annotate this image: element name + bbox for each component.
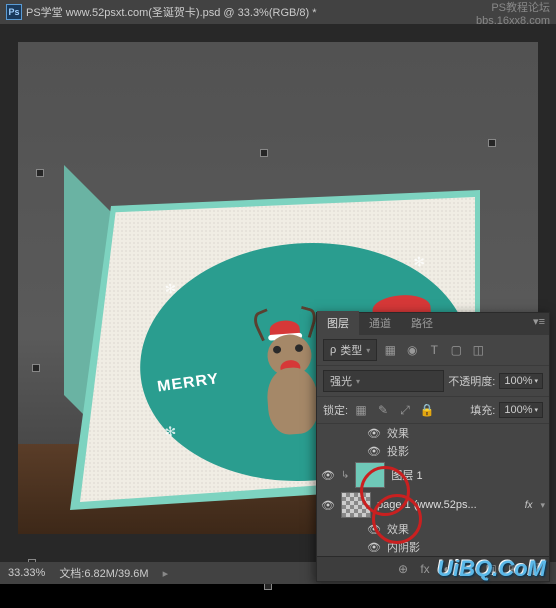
blend-mode-value: 强光 [330,373,352,389]
blend-mode-dropdown[interactable]: 强光 ▾ [323,370,444,392]
opacity-value: 100% [504,375,532,387]
tab-paths[interactable]: 路径 [401,311,443,335]
effect-name: 内阴影 [387,539,420,555]
transform-handle[interactable] [260,149,268,157]
doc-size: 文档:6.82M/39.6M [59,565,148,581]
document-title: PS学堂 www.52psxt.com(圣诞贺卡).psd @ 33.3%(RG… [26,4,550,20]
layer-row[interactable]: 👁 page 1 (www.52ps... fx ▾ [317,490,549,520]
titlebar: Ps PS学堂 www.52psxt.com(圣诞贺卡).psd @ 33.3%… [0,0,556,24]
visibility-toggle[interactable]: 👁 [321,468,335,482]
visibility-toggle[interactable]: 👁 [367,540,381,554]
effects-header[interactable]: 👁 效果 [317,520,549,538]
corner-line1: PS教程论坛 [476,2,550,15]
lock-position-icon[interactable]: ⤢ [396,401,414,419]
layer-style-icon[interactable]: fx [417,561,433,577]
transform-handle[interactable] [32,364,40,372]
chevron-down-icon: ▾ [366,346,370,355]
transform-handle[interactable] [36,169,44,177]
panel-menu-icon[interactable]: ▾≡ [533,315,545,328]
visibility-toggle[interactable]: 👁 [367,444,381,458]
effects-label: 效果 [387,425,409,441]
snowflake-icon: ✻ [164,423,179,437]
visibility-toggle[interactable]: 👁 [367,522,381,536]
opacity-label: 不透明度: [448,373,495,389]
fill-input[interactable]: 100%▾ [499,402,543,418]
link-layers-icon[interactable]: ⊕ [395,561,411,577]
lock-row: 锁定: ▦ ✎ ⤢ 🔒 填充: 100%▾ [317,397,549,424]
opacity-input[interactable]: 100%▾ [499,373,543,389]
reindeer-body [265,366,320,436]
effect-name: 投影 [387,443,409,459]
visibility-toggle[interactable]: 👁 [367,426,381,440]
filter-row: ρ类型▾ ▦ ◉ T ▢ ◫ [317,335,549,366]
effect-inner-shadow[interactable]: 👁 内阴影 [317,538,549,556]
layer-thumbnail[interactable] [341,492,371,518]
watermark-text: UiBQ.CoM [437,556,546,582]
layer-name[interactable]: 图层 1 [391,467,545,483]
fill-label: 填充: [470,402,495,418]
layer-list[interactable]: 👁 效果 👁 投影 👁 ↳ 图层 1 👁 page 1 (www.52ps...… [317,424,549,556]
clip-indicator-icon: ↳ [341,470,349,481]
effects-label: 效果 [387,521,409,537]
layer-name[interactable]: page 1 (www.52ps... [377,499,519,511]
effects-header[interactable]: 👁 效果 [317,424,549,442]
chevron-down-icon: ▾ [534,377,538,385]
fx-badge[interactable]: fx [525,500,533,511]
zoom-level[interactable]: 33.33% [8,567,45,579]
fill-value: 100% [504,404,532,416]
filter-pixel-icon[interactable]: ▦ [381,341,399,359]
merry-text: MERRY [156,371,220,396]
visibility-toggle[interactable]: 👁 [321,498,335,512]
filter-smart-icon[interactable]: ◫ [469,341,487,359]
filter-type-dropdown[interactable]: ρ类型▾ [323,339,377,361]
layers-panel[interactable]: 图层 通道 路径 ▾≡ ρ类型▾ ▦ ◉ T ▢ ◫ 强光▾ 不透明度: 100… [316,312,550,582]
status-chevron-icon[interactable]: ▸ [163,567,169,580]
panel-tabs: 图层 通道 路径 ▾≡ [317,313,549,335]
effect-drop-shadow[interactable]: 👁 投影 [317,442,549,460]
tab-layers[interactable]: 图层 [317,311,359,335]
lock-transparency-icon[interactable]: ▦ [352,401,370,419]
lock-label: 锁定: [323,402,348,418]
photoshop-icon: Ps [6,4,22,20]
filter-shape-icon[interactable]: ▢ [447,341,465,359]
chevron-down-icon: ▾ [534,406,538,414]
transform-handle[interactable] [488,139,496,147]
tab-channels[interactable]: 通道 [359,311,401,335]
blend-row: 强光▾ 不透明度: 100%▾ [317,366,549,397]
fx-expand-icon[interactable]: ▾ [540,500,545,511]
chevron-down-icon: ▾ [356,377,360,386]
lock-all-icon[interactable]: 🔒 [418,401,436,419]
filter-type-icon[interactable]: T [425,341,443,359]
filter-label: 类型 [340,342,362,358]
lock-pixels-icon[interactable]: ✎ [374,401,392,419]
snowflake-icon: ✻ [164,280,179,294]
snowflake-icon: ✻ [413,253,428,267]
layer-row[interactable]: 👁 ↳ 图层 1 [317,460,549,490]
filter-adjustment-icon[interactable]: ◉ [403,341,421,359]
layer-thumbnail[interactable] [355,462,385,488]
